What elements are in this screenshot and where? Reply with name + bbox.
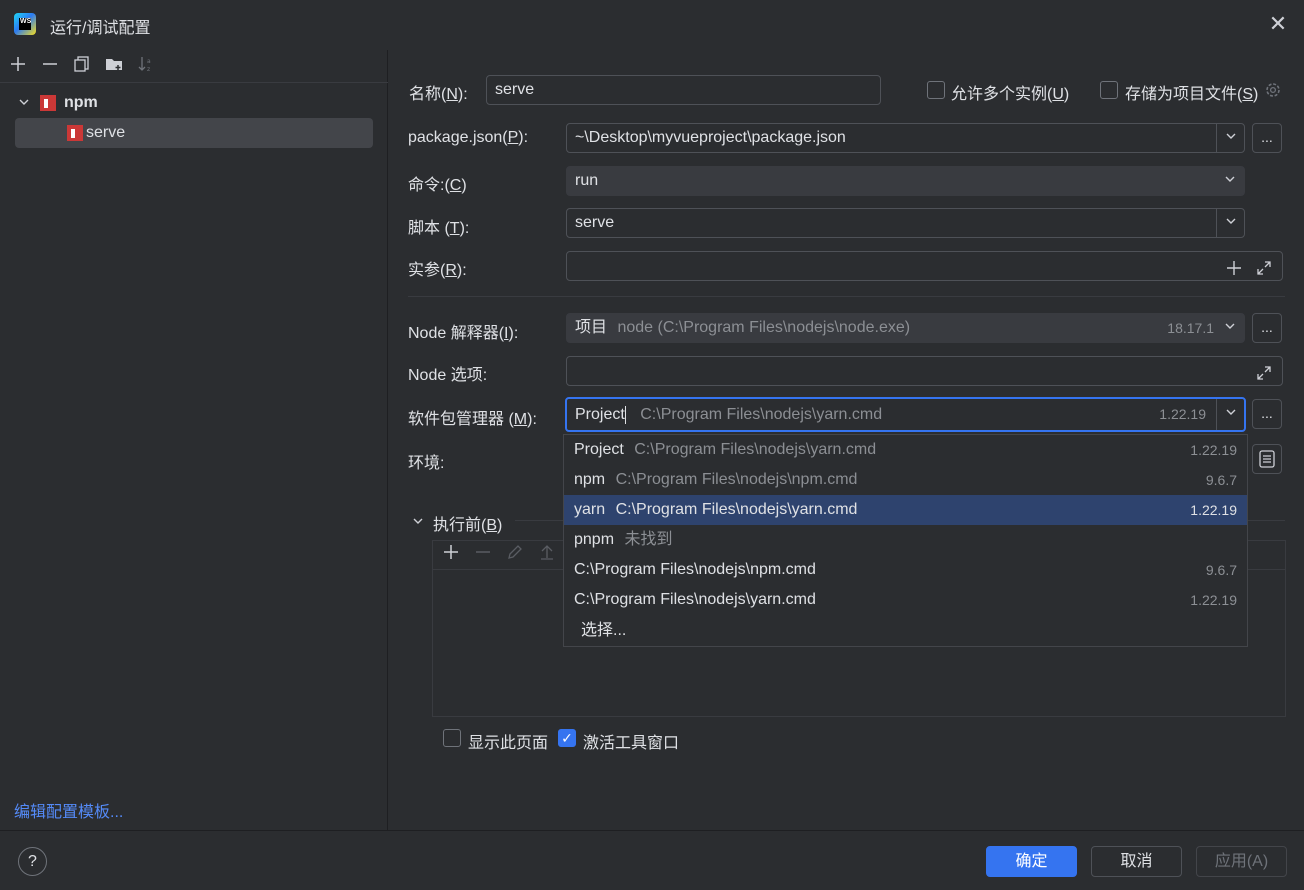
tree-toolbar: az bbox=[6, 55, 158, 79]
scripts-label: 脚本 (T): bbox=[408, 220, 470, 237]
chevron-down-icon[interactable] bbox=[1216, 209, 1244, 237]
store-as-file-label: 存储为项目文件(S) bbox=[1125, 86, 1259, 103]
node-interpreter-select[interactable]: 项目 node (C:\Program Files\nodejs\node.ex… bbox=[566, 313, 1245, 343]
window-title: 运行/调试配置 bbox=[50, 20, 151, 37]
before-launch-label: 执行前(B) bbox=[433, 517, 503, 534]
scripts-value: serve bbox=[575, 214, 615, 231]
svg-text:z: z bbox=[147, 66, 150, 73]
dropdown-item-yarn-cmd[interactable]: C:\Program Files\nodejs\yarn.cmd 1.22.19 bbox=[564, 585, 1247, 615]
tree-group-label: npm bbox=[64, 94, 98, 111]
package-json-value: ~\Desktop\myvueproject\package.json bbox=[575, 129, 846, 146]
browse-package-json-button[interactable]: ... bbox=[1252, 123, 1282, 153]
node-options-field[interactable] bbox=[566, 356, 1283, 386]
env-edit-button[interactable] bbox=[1252, 444, 1282, 474]
npm-icon bbox=[40, 95, 56, 111]
expand-icon[interactable] bbox=[1256, 258, 1272, 275]
ok-button[interactable]: 确定 bbox=[986, 846, 1077, 877]
section-divider bbox=[408, 296, 1285, 297]
move-up-icon[interactable] bbox=[535, 543, 559, 567]
chevron-down-icon[interactable] bbox=[1216, 124, 1244, 152]
browse-pkg-manager-button[interactable]: ... bbox=[1252, 399, 1282, 429]
sort-icon[interactable]: az bbox=[134, 55, 158, 79]
tree-divider bbox=[0, 82, 388, 83]
name-label: 名称(N): bbox=[409, 86, 468, 103]
remove-icon[interactable] bbox=[471, 543, 495, 567]
command-value: run bbox=[575, 172, 599, 189]
chevron-down-icon[interactable] bbox=[412, 514, 424, 526]
chevron-down-icon[interactable] bbox=[1216, 314, 1244, 342]
command-label: 命令:(C) bbox=[408, 177, 467, 194]
node-interpreter-path: node (C:\Program Files\nodejs\node.exe) bbox=[617, 319, 911, 336]
pkg-manager-version: 1.22.19 bbox=[1159, 406, 1206, 422]
node-interpreter-prefix: 项目 bbox=[575, 319, 608, 336]
args-field[interactable] bbox=[566, 251, 1283, 281]
args-label: 实参(R): bbox=[408, 262, 467, 279]
edit-icon[interactable] bbox=[503, 543, 527, 567]
pkg-manager-combo[interactable]: Project C:\Program Files\nodejs\yarn.cmd… bbox=[565, 397, 1246, 432]
command-select[interactable]: run bbox=[566, 166, 1245, 196]
package-json-label: package.json(P): bbox=[408, 129, 529, 146]
chevron-down-icon[interactable] bbox=[1216, 399, 1244, 430]
svg-text:a: a bbox=[147, 58, 151, 65]
edit-templates-link[interactable]: 编辑配置模板... bbox=[14, 798, 123, 822]
show-page-checkbox[interactable] bbox=[443, 729, 461, 747]
chevron-down-icon[interactable] bbox=[1216, 167, 1244, 195]
dropdown-item-project[interactable]: Project C:\Program Files\nodejs\yarn.cmd… bbox=[564, 435, 1247, 465]
pkg-manager-dropdown: Project C:\Program Files\nodejs\yarn.cmd… bbox=[563, 434, 1248, 647]
npm-icon bbox=[67, 125, 83, 141]
add-icon[interactable] bbox=[6, 55, 30, 79]
tree-item-label: serve bbox=[86, 124, 126, 141]
title-bar bbox=[0, 0, 1304, 50]
dropdown-item-npm-cmd[interactable]: C:\Program Files\nodejs\npm.cmd 9.6.7 bbox=[564, 555, 1247, 585]
allow-parallel-checkbox[interactable] bbox=[927, 81, 945, 99]
add-icon[interactable] bbox=[439, 543, 463, 567]
remove-icon[interactable] bbox=[38, 55, 62, 79]
dropdown-item-select[interactable]: 选择... bbox=[564, 616, 1247, 646]
name-field[interactable]: serve bbox=[486, 75, 881, 105]
node-interpreter-label: Node 解释器(I): bbox=[408, 325, 519, 342]
env-label: 环境: bbox=[408, 455, 445, 472]
copy-icon[interactable] bbox=[70, 55, 94, 79]
package-json-combo[interactable]: ~\Desktop\myvueproject\package.json bbox=[566, 123, 1245, 153]
store-as-file-checkbox[interactable] bbox=[1100, 81, 1118, 99]
help-button[interactable]: ? bbox=[18, 847, 47, 876]
allow-parallel-label: 允许多个实例(U) bbox=[951, 86, 1070, 103]
tree-group-npm[interactable]: npm bbox=[18, 92, 98, 114]
expand-icon[interactable] bbox=[1256, 363, 1272, 380]
chevron-down-icon[interactable] bbox=[18, 96, 32, 111]
node-options-label: Node 选项: bbox=[408, 367, 488, 384]
add-icon[interactable] bbox=[1226, 258, 1242, 275]
text-caret bbox=[624, 405, 626, 424]
config-tree-panel bbox=[0, 50, 388, 830]
browse-node-button[interactable]: ... bbox=[1252, 313, 1282, 343]
scripts-combo[interactable]: serve bbox=[566, 208, 1245, 238]
activate-tool-checkbox[interactable]: ✓ bbox=[558, 729, 576, 747]
dropdown-item-pnpm[interactable]: pnpm 未找到 bbox=[564, 525, 1247, 555]
webstorm-app-icon: WS bbox=[14, 13, 36, 35]
new-folder-icon[interactable] bbox=[102, 55, 126, 79]
tree-item-serve[interactable]: serve bbox=[15, 118, 373, 148]
activate-tool-label: 激活工具窗口 bbox=[583, 735, 680, 752]
dropdown-item-yarn[interactable]: yarn C:\Program Files\nodejs\yarn.cmd 1.… bbox=[564, 495, 1247, 525]
cancel-button[interactable]: 取消 bbox=[1091, 846, 1182, 877]
pkg-manager-path: C:\Program Files\nodejs\yarn.cmd bbox=[640, 406, 883, 423]
close-icon[interactable]: ✕ bbox=[1266, 12, 1290, 36]
pkg-manager-value: Project bbox=[575, 406, 625, 423]
pkg-manager-label: 软件包管理器 (M): bbox=[408, 411, 537, 428]
gear-icon[interactable] bbox=[1264, 81, 1282, 99]
apply-button[interactable]: 应用(A) bbox=[1196, 846, 1287, 877]
dropdown-item-npm[interactable]: npm C:\Program Files\nodejs\npm.cmd 9.6.… bbox=[564, 465, 1247, 495]
show-page-label: 显示此页面 bbox=[468, 735, 549, 752]
node-version: 18.17.1 bbox=[1167, 320, 1214, 336]
